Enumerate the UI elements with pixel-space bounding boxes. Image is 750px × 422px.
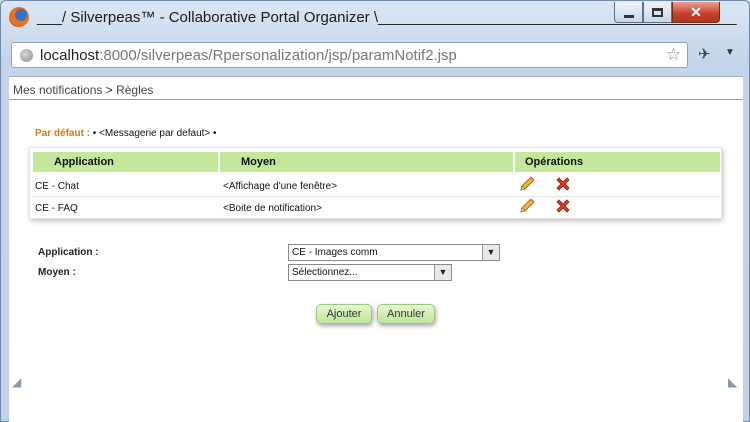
firefox-icon[interactable] — [9, 7, 29, 27]
chevron-down-icon[interactable]: ▼ — [725, 47, 735, 58]
cell-application: CE - FAQ — [35, 203, 78, 214]
column-header-moyen: Moyen — [220, 152, 513, 172]
moyen-select-value: Sélectionnez... — [292, 267, 358, 278]
resize-corner-right-icon: ◣ — [728, 375, 738, 389]
globe-icon — [20, 49, 33, 62]
breadcrumb-item-rules: Règles — [116, 83, 154, 97]
close-button[interactable]: ✕ — [672, 2, 720, 23]
column-header-application: Application — [33, 152, 218, 172]
application-select-value: CE - Images comm — [292, 247, 378, 258]
bookmark-star-icon[interactable]: ☆ — [666, 45, 681, 65]
pencil-icon[interactable] — [518, 175, 536, 193]
address-bar[interactable]: localhost:8000/silverpeas/Rpersonalizati… — [11, 42, 688, 68]
minimize-button[interactable] — [614, 2, 643, 23]
breadcrumb-separator: > — [105, 83, 113, 97]
cell-application: CE - Chat — [35, 181, 79, 192]
url-host: localhost — [40, 47, 100, 64]
default-channel: Par défaut : • <Messagerie par defaut> • — [35, 128, 217, 139]
rules-table: Application Moyen Opérations CE - Chat <… — [29, 147, 722, 219]
cell-moyen: <Affichage d'une fenêtre> — [223, 181, 338, 192]
tools-icon[interactable]: ✈ — [698, 45, 711, 63]
application-label: Application : — [38, 247, 99, 258]
url-path: :8000/silverpeas/Rpersonalization/jsp/pa… — [99, 47, 457, 64]
maximize-icon — [652, 7, 663, 17]
chevron-down-icon[interactable]: ▼ — [434, 265, 451, 280]
table-row: CE - Chat <Affichage d'une fenêtre> — [33, 175, 723, 195]
cell-moyen: <Boite de notification> — [223, 203, 322, 214]
column-header-operations: Opérations — [515, 152, 720, 172]
delete-icon[interactable] — [554, 197, 572, 215]
url-text[interactable]: localhost:8000/silverpeas/Rpersonalizati… — [40, 47, 457, 64]
cancel-button[interactable]: Annuler — [377, 304, 435, 324]
breadcrumb: Mes notifications > Règles — [13, 83, 153, 97]
minimize-icon — [623, 14, 634, 18]
table-row: CE - FAQ <Boite de notification> — [33, 197, 723, 217]
maximize-button[interactable] — [643, 2, 672, 23]
resize-corner-left-icon: ◢ — [12, 375, 22, 389]
moyen-select[interactable]: Sélectionnez... ▼ — [288, 264, 452, 281]
pencil-icon[interactable] — [518, 197, 536, 215]
browser-window: ___/ Silverpeas™ - Collaborative Portal … — [0, 0, 750, 422]
delete-icon[interactable] — [554, 175, 572, 193]
title-bar[interactable]: ___/ Silverpeas™ - Collaborative Portal … — [1, 1, 749, 35]
moyen-label: Moyen : — [38, 267, 76, 278]
default-label: Par défaut : — [35, 128, 91, 139]
close-icon: ✕ — [690, 3, 702, 20]
chevron-down-icon[interactable]: ▼ — [482, 245, 499, 260]
breadcrumb-item-notifications[interactable]: Mes notifications — [13, 83, 102, 97]
default-value: • <Messagerie par defaut> • — [92, 128, 217, 139]
add-button[interactable]: Ajouter — [316, 304, 372, 324]
page-content: Mes notifications > Règles Par défaut : … — [9, 76, 743, 422]
divider — [9, 99, 743, 100]
application-select[interactable]: CE - Images comm ▼ — [288, 244, 500, 261]
